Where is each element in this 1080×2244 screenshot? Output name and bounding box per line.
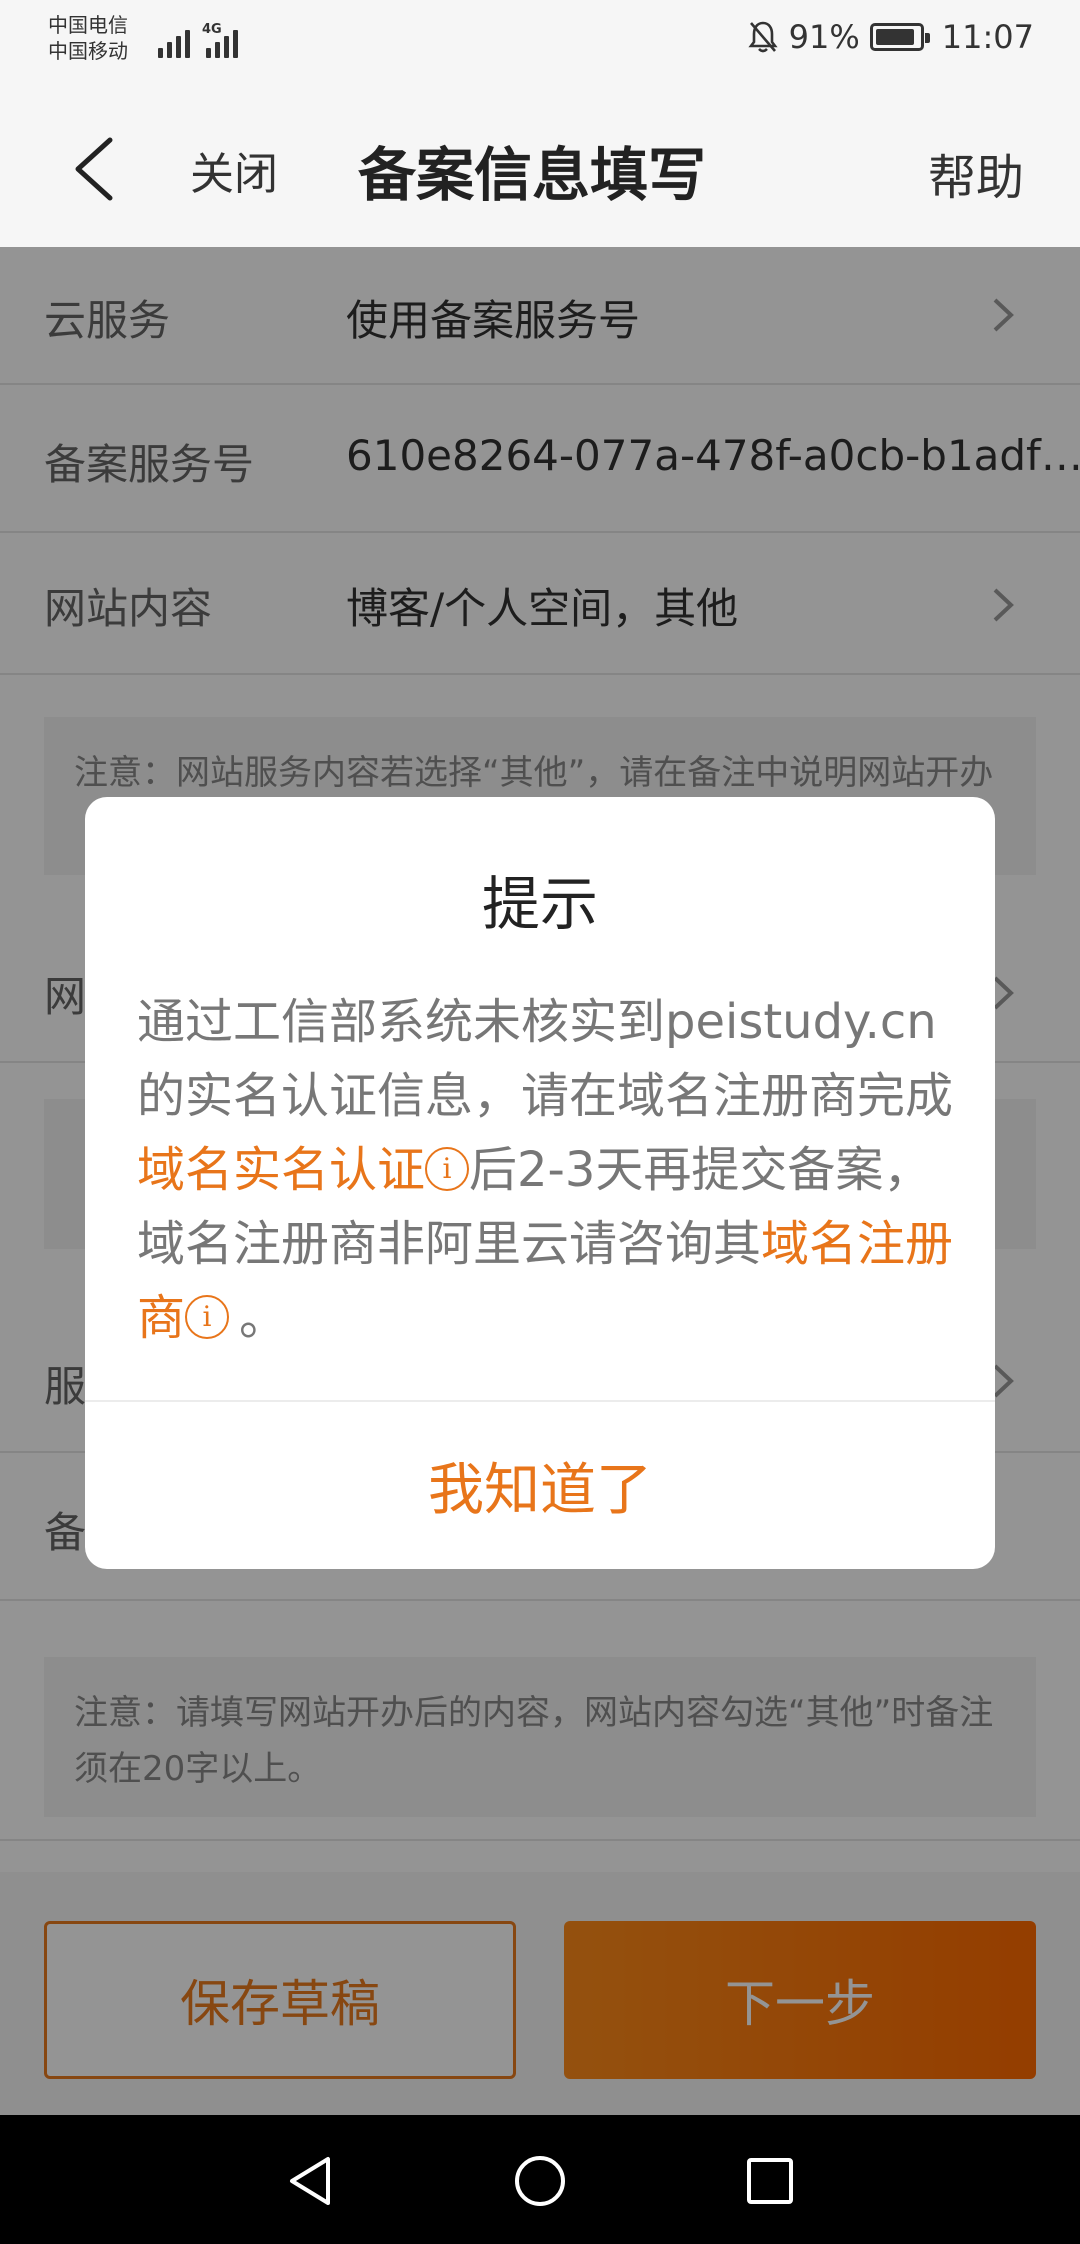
mute-bell-icon [748, 21, 778, 53]
dialog-title: 提示 [481, 870, 598, 938]
confirm-button[interactable]: 我知道了 [85, 1402, 995, 1569]
page-title: 备案信息填写 [358, 141, 707, 209]
home-circle-icon[interactable] [510, 2151, 570, 2211]
real-name-verification-link[interactable]: 域名实名认证 [137, 1142, 425, 1198]
battery-percent: 91% [788, 18, 860, 56]
help-button[interactable]: 帮助 [928, 138, 1024, 208]
status-right: 91% 11:07 [747, 18, 1034, 56]
dialog-message-text: 通过工信部系统未核实到peistudy.cn的实名认证信息，请在域名注册商完成 [137, 994, 954, 1124]
alert-dialog: 提示 通过工信部系统未核实到peistudy.cn的实名认证信息，请在域名注册商… [85, 797, 995, 1569]
close-button[interactable]: 关闭 [190, 138, 278, 202]
status-bar: 中国电信 中国移动 4G 91% 11:07 [0, 0, 1080, 84]
signal-icon [206, 22, 238, 58]
signal-icon [158, 22, 190, 58]
carrier-labels: 中国电信 中国移动 [48, 12, 128, 64]
back-triangle-icon[interactable] [282, 2151, 342, 2211]
carrier-2: 中国移动 [48, 39, 128, 63]
info-icon[interactable]: i [425, 1147, 470, 1191]
app-header: 关闭 备案信息填写 帮助 [0, 84, 1080, 247]
back-arrow-icon[interactable] [66, 134, 126, 204]
carrier-1: 中国电信 [48, 13, 128, 37]
battery-icon [869, 23, 930, 51]
dialog-message-text: 。 [239, 1290, 288, 1346]
clock: 11:07 [941, 18, 1034, 56]
system-nav-bar [0, 2115, 1080, 2244]
recents-square-icon[interactable] [740, 2151, 800, 2211]
dialog-message: 通过工信部系统未核实到peistudy.cn的实名认证信息，请在域名注册商完成域… [137, 985, 957, 1355]
info-icon[interactable]: i [185, 1295, 230, 1339]
